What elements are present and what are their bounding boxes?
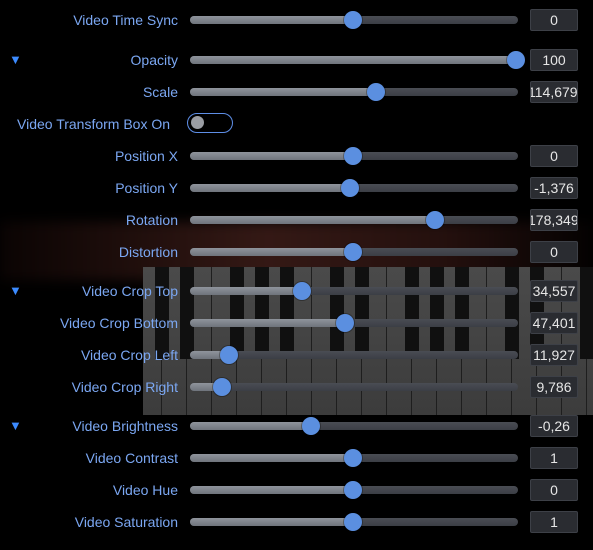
row-video-crop-top: ▼ Video Crop Top 34,557: [0, 275, 593, 307]
video-saturation-value-field[interactable]: 1: [530, 511, 578, 533]
position-y-label: Position Y: [115, 180, 178, 196]
video-crop-top-slider-thumb[interactable]: [293, 282, 311, 300]
video-crop-top-slider-fill: [190, 287, 302, 295]
rotation-slider-fill: [190, 216, 435, 224]
video-brightness-value-field[interactable]: -0,26: [530, 415, 578, 437]
rotation-value-field[interactable]: 178,349: [530, 209, 578, 231]
video-brightness-label: Video Brightness: [72, 418, 178, 434]
video-crop-right-value-field[interactable]: 9,786: [530, 376, 578, 398]
video-hue-label: Video Hue: [112, 482, 178, 498]
video-saturation-slider[interactable]: [190, 513, 518, 531]
row-opacity: ▼ Opacity 100: [0, 44, 593, 76]
opacity-value-field[interactable]: 100: [530, 49, 578, 71]
row-video-crop-left: Video Crop Left 11,927: [0, 339, 593, 371]
row-video-brightness: ▼ Video Brightness -0,26: [0, 410, 593, 442]
video-time-sync-label: Video Time Sync: [73, 12, 178, 28]
video-crop-bottom-slider-fill: [190, 319, 345, 327]
video-crop-top-label: Video Crop Top: [82, 283, 178, 299]
position-y-slider-thumb[interactable]: [341, 179, 359, 197]
triangle-down-icon[interactable]: ▼: [9, 283, 22, 299]
position-y-slider[interactable]: [190, 179, 518, 197]
video-hue-slider-thumb[interactable]: [344, 481, 362, 499]
row-video-saturation: Video Saturation 1: [0, 506, 593, 538]
row-video-crop-bottom: Video Crop Bottom 47,401: [0, 307, 593, 339]
row-video-contrast: Video Contrast 1: [0, 442, 593, 474]
video-crop-left-label: Video Crop Left: [80, 347, 178, 363]
video-time-sync-value-field[interactable]: 0: [530, 9, 578, 31]
rotation-slider[interactable]: [190, 211, 518, 229]
opacity-slider[interactable]: [190, 51, 525, 69]
video-contrast-slider-thumb[interactable]: [344, 449, 362, 467]
triangle-down-icon[interactable]: ▼: [9, 52, 22, 68]
distortion-slider-thumb[interactable]: [344, 243, 362, 261]
video-crop-left-slider-thumb[interactable]: [220, 346, 238, 364]
position-x-slider-thumb[interactable]: [344, 147, 362, 165]
video-crop-bottom-value-field[interactable]: 47,401: [530, 312, 578, 334]
video-contrast-slider-fill: [190, 454, 353, 462]
video-hue-slider[interactable]: [190, 481, 518, 499]
position-x-slider-fill: [190, 152, 353, 160]
row-rotation: Rotation 178,349: [0, 204, 593, 236]
scale-value-field[interactable]: 114,679: [530, 81, 578, 103]
row-video-time-sync: Video Time Sync 0: [0, 4, 593, 36]
rotation-label: Rotation: [125, 212, 178, 228]
toggle-knob: [191, 116, 204, 129]
video-time-sync-slider-fill: [190, 16, 353, 24]
video-hue-slider-fill: [190, 486, 353, 494]
rotation-slider-thumb[interactable]: [426, 211, 444, 229]
distortion-slider[interactable]: [190, 243, 518, 261]
video-crop-right-slider[interactable]: [190, 378, 518, 396]
distortion-slider-fill: [190, 248, 353, 256]
row-scale: Scale 114,679: [0, 76, 593, 108]
video-saturation-slider-fill: [190, 518, 353, 526]
row-position-y: Position Y -1,376: [0, 172, 593, 204]
video-contrast-label: Video Contrast: [85, 450, 178, 466]
position-x-slider[interactable]: [190, 147, 518, 165]
row-distortion: Distortion 0: [0, 236, 593, 268]
row-video-crop-right: Video Crop Right 9,786: [0, 371, 593, 403]
video-crop-top-value-field[interactable]: 34,557: [530, 280, 578, 302]
video-saturation-label: Video Saturation: [74, 514, 178, 530]
video-crop-left-value-field[interactable]: 11,927: [530, 344, 578, 366]
video-crop-top-slider[interactable]: [190, 282, 518, 300]
video-crop-right-label: Video Crop Right: [71, 379, 178, 395]
video-brightness-slider-thumb[interactable]: [302, 417, 320, 435]
video-brightness-slider[interactable]: [190, 417, 518, 435]
row-video-hue: Video Hue 0: [0, 474, 593, 506]
scale-label: Scale: [142, 84, 178, 100]
video-crop-bottom-slider-thumb[interactable]: [336, 314, 354, 332]
distortion-value-field[interactable]: 0: [530, 241, 578, 263]
row-position-x: Position X 0: [0, 140, 593, 172]
video-transform-box-on-label: Video Transform Box On: [17, 116, 171, 132]
transform-box-toggle[interactable]: [187, 113, 233, 133]
position-y-value-field[interactable]: -1,376: [530, 177, 578, 199]
video-contrast-slider[interactable]: [190, 449, 518, 467]
triangle-down-icon[interactable]: ▼: [9, 418, 22, 434]
video-crop-right-slider-thumb[interactable]: [213, 378, 231, 396]
position-y-slider-fill: [190, 184, 350, 192]
video-hue-value-field[interactable]: 0: [530, 479, 578, 501]
scale-slider-fill: [190, 88, 376, 96]
scale-slider[interactable]: [190, 83, 518, 101]
opacity-label: Opacity: [130, 52, 178, 68]
position-x-value-field[interactable]: 0: [530, 145, 578, 167]
opacity-slider-thumb[interactable]: [507, 51, 525, 69]
video-brightness-slider-fill: [190, 422, 311, 430]
scale-slider-thumb[interactable]: [367, 83, 385, 101]
video-crop-left-slider[interactable]: [190, 346, 518, 364]
video-crop-bottom-label: Video Crop Bottom: [59, 315, 178, 331]
row-video-transform-box-on: Video Transform Box On: [0, 108, 593, 140]
video-time-sync-slider-thumb[interactable]: [344, 11, 362, 29]
position-x-label: Position X: [114, 148, 178, 164]
video-crop-bottom-slider[interactable]: [190, 314, 518, 332]
opacity-slider-fill: [190, 56, 516, 64]
video-contrast-value-field[interactable]: 1: [530, 447, 578, 469]
video-time-sync-slider[interactable]: [190, 11, 518, 29]
video-saturation-slider-thumb[interactable]: [344, 513, 362, 531]
distortion-label: Distortion: [118, 244, 178, 260]
